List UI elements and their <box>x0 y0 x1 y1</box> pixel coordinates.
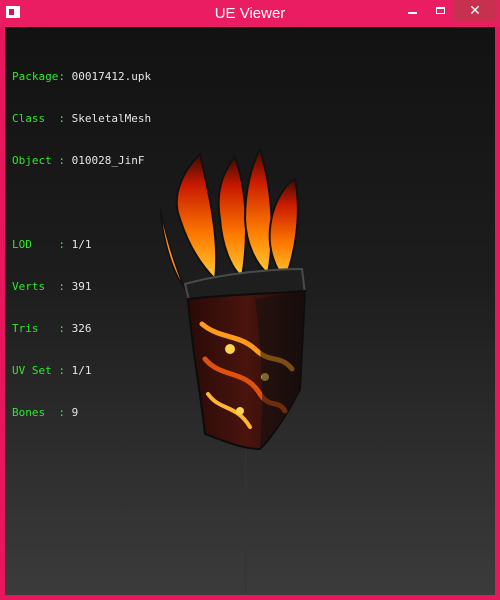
close-icon: ✕ <box>469 2 481 19</box>
info-class: Class : SkeletalMesh <box>12 112 152 125</box>
app-window-icon[interactable] <box>6 6 20 18</box>
info-tris: Tris : 326 <box>12 322 92 335</box>
maximize-button[interactable] <box>426 0 454 21</box>
info-bones: Bones : 9 <box>12 406 79 419</box>
close-button[interactable]: ✕ <box>453 0 497 21</box>
3d-viewport[interactable]: Package: 00017412.upk Class : SkeletalMe… <box>5 27 495 595</box>
flame-headdress-model <box>160 149 307 451</box>
info-verts: Verts : 391 <box>12 280 92 293</box>
ue-viewer-window: UE Viewer ✕ Package: 00017412.upk Class … <box>0 0 500 600</box>
mesh-info-panel: Package: 00017412.upk Class : SkeletalMe… <box>12 42 151 448</box>
info-package: Package: 00017412.upk <box>12 70 152 83</box>
info-uvset: UV Set : 1/1 <box>12 364 92 377</box>
info-object: Object : 010028_JinF <box>12 154 145 167</box>
minimize-icon <box>407 8 417 14</box>
minimize-button[interactable] <box>398 0 426 21</box>
maximize-icon <box>435 7 445 14</box>
title-bar[interactable]: UE Viewer ✕ <box>0 0 500 27</box>
info-lod: LOD : 1/1 <box>12 238 92 251</box>
